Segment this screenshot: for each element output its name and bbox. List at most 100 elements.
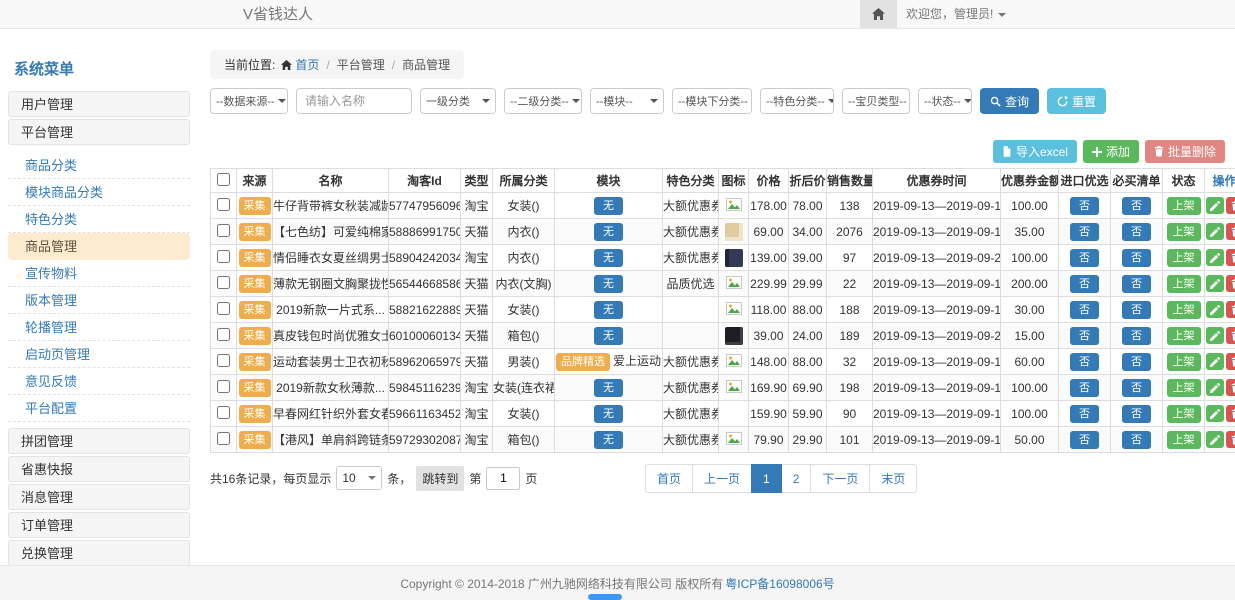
status-badge[interactable]: 上架 xyxy=(1167,249,1201,267)
status-badge[interactable]: 上架 xyxy=(1167,327,1201,345)
level2-category-select[interactable]: --二级分类-- xyxy=(504,88,582,114)
must-buy-toggle[interactable]: 否 xyxy=(1122,431,1151,449)
status-badge[interactable]: 上架 xyxy=(1167,405,1201,423)
jump-button[interactable]: 跳转到 xyxy=(416,466,464,491)
module-badge[interactable]: 无 xyxy=(594,197,623,215)
delete-button[interactable] xyxy=(1226,405,1235,422)
edit-button[interactable] xyxy=(1206,275,1224,292)
prev-page-button[interactable]: 上一页 xyxy=(692,464,752,493)
row-checkbox[interactable] xyxy=(217,380,230,393)
status-badge[interactable]: 上架 xyxy=(1167,197,1201,215)
edit-button[interactable] xyxy=(1206,327,1224,344)
import-excel-button[interactable]: 导入excel xyxy=(993,140,1077,163)
status-badge[interactable]: 上架 xyxy=(1167,353,1201,371)
home-nav-button[interactable] xyxy=(860,0,897,28)
sidebar-group-platform-management[interactable]: 平台管理 xyxy=(8,119,190,145)
must-buy-toggle[interactable]: 否 xyxy=(1122,301,1151,319)
breadcrumb-home-link[interactable]: 首页 xyxy=(295,58,319,72)
sidebar-group-group-buying[interactable]: 拼团管理 xyxy=(8,428,190,454)
batch-delete-button[interactable]: 批量删除 xyxy=(1145,140,1225,163)
must-buy-toggle[interactable]: 否 xyxy=(1122,197,1151,215)
page-1-button[interactable]: 1 xyxy=(751,464,782,493)
import-select-toggle[interactable]: 否 xyxy=(1070,379,1099,397)
row-checkbox[interactable] xyxy=(217,328,230,341)
edit-button[interactable] xyxy=(1206,223,1224,240)
icp-link[interactable]: 粤ICP备16098006号 xyxy=(725,575,834,592)
module-badge[interactable]: 无 xyxy=(594,379,623,397)
sidebar-item-module-commodity-category[interactable]: 模块商品分类 xyxy=(8,179,190,206)
sidebar-item-platform-config[interactable]: 平台配置 xyxy=(8,395,190,422)
import-select-toggle[interactable]: 否 xyxy=(1070,405,1099,423)
delete-button[interactable] xyxy=(1226,275,1235,292)
first-page-button[interactable]: 首页 xyxy=(645,464,693,493)
sidebar-item-feedback[interactable]: 意见反馈 xyxy=(8,368,190,395)
must-buy-toggle[interactable]: 否 xyxy=(1122,353,1151,371)
module-badge[interactable]: 无 xyxy=(594,249,623,267)
import-select-toggle[interactable]: 否 xyxy=(1070,301,1099,319)
edit-button[interactable] xyxy=(1206,353,1224,370)
sidebar-group-exchange-management[interactable]: 兑换管理 xyxy=(8,540,190,566)
import-select-toggle[interactable]: 否 xyxy=(1070,197,1099,215)
edit-button[interactable] xyxy=(1206,379,1224,396)
must-buy-toggle[interactable]: 否 xyxy=(1122,223,1151,241)
edit-button[interactable] xyxy=(1206,301,1224,318)
module-subcategory-select[interactable]: --模块下分类-- xyxy=(672,88,752,114)
sidebar-item-carousel-management[interactable]: 轮播管理 xyxy=(8,314,190,341)
status-badge[interactable]: 上架 xyxy=(1167,275,1201,293)
sidebar-group-user-management[interactable]: 用户管理 xyxy=(8,91,190,117)
module-badge[interactable]: 无 xyxy=(594,431,623,449)
row-checkbox[interactable] xyxy=(217,354,230,367)
row-checkbox[interactable] xyxy=(217,432,230,445)
delete-button[interactable] xyxy=(1226,353,1235,370)
page-size-select[interactable]: 10 xyxy=(336,466,382,490)
sidebar-item-commodity-management[interactable]: 商品管理 xyxy=(8,233,190,260)
data-source-select[interactable]: --数据来源-- xyxy=(210,88,288,114)
row-checkbox[interactable] xyxy=(217,302,230,315)
reset-button[interactable]: 重置 xyxy=(1047,88,1106,114)
must-buy-toggle[interactable]: 否 xyxy=(1122,405,1151,423)
row-checkbox[interactable] xyxy=(217,276,230,289)
page-2-button[interactable]: 2 xyxy=(781,464,812,493)
import-select-toggle[interactable]: 否 xyxy=(1070,223,1099,241)
sidebar-item-splash-page-management[interactable]: 启动页管理 xyxy=(8,341,190,368)
sidebar-group-saving-express[interactable]: 省惠快报 xyxy=(8,456,190,482)
module-badge[interactable]: 品牌精选 xyxy=(556,353,610,371)
last-page-button[interactable]: 末页 xyxy=(869,464,917,493)
delete-button[interactable] xyxy=(1226,301,1235,318)
must-buy-toggle[interactable]: 否 xyxy=(1122,249,1151,267)
module-badge[interactable]: 无 xyxy=(594,223,623,241)
featured-category-select[interactable]: --特色分类-- xyxy=(760,88,834,114)
must-buy-toggle[interactable]: 否 xyxy=(1122,275,1151,293)
row-checkbox[interactable] xyxy=(217,250,230,263)
row-checkbox[interactable] xyxy=(217,406,230,419)
sidebar-item-promo-materials[interactable]: 宣传物料 xyxy=(8,260,190,287)
edit-button[interactable] xyxy=(1206,197,1224,214)
import-select-toggle[interactable]: 否 xyxy=(1070,353,1099,371)
module-badge[interactable]: 无 xyxy=(594,301,623,319)
query-button[interactable]: 查询 xyxy=(980,88,1039,114)
delete-button[interactable] xyxy=(1226,197,1235,214)
edit-button[interactable] xyxy=(1206,431,1224,448)
next-page-button[interactable]: 下一页 xyxy=(810,464,870,493)
module-badge[interactable]: 无 xyxy=(594,405,623,423)
import-select-toggle[interactable]: 否 xyxy=(1070,249,1099,267)
add-button[interactable]: 添加 xyxy=(1083,140,1139,163)
sidebar-item-version-management[interactable]: 版本管理 xyxy=(8,287,190,314)
name-search-input[interactable] xyxy=(296,88,412,114)
delete-button[interactable] xyxy=(1226,431,1235,448)
must-buy-toggle[interactable]: 否 xyxy=(1122,327,1151,345)
app-title[interactable]: V省钱达人 xyxy=(243,0,313,29)
module-badge[interactable]: 无 xyxy=(594,275,623,293)
sidebar-group-message-management[interactable]: 消息管理 xyxy=(8,484,190,510)
import-select-toggle[interactable]: 否 xyxy=(1070,275,1099,293)
horizontal-scrollbar-thumb[interactable] xyxy=(588,594,622,600)
edit-button[interactable] xyxy=(1206,405,1224,422)
module-badge[interactable]: 无 xyxy=(594,327,623,345)
item-type-select[interactable]: --宝贝类型-- xyxy=(842,88,910,114)
delete-button[interactable] xyxy=(1226,379,1235,396)
module-select[interactable]: --模块-- xyxy=(590,88,664,114)
level1-category-select[interactable]: 一级分类 xyxy=(420,88,496,114)
status-select[interactable]: --状态-- xyxy=(918,88,972,114)
status-badge[interactable]: 上架 xyxy=(1167,379,1201,397)
delete-button[interactable] xyxy=(1226,327,1235,344)
